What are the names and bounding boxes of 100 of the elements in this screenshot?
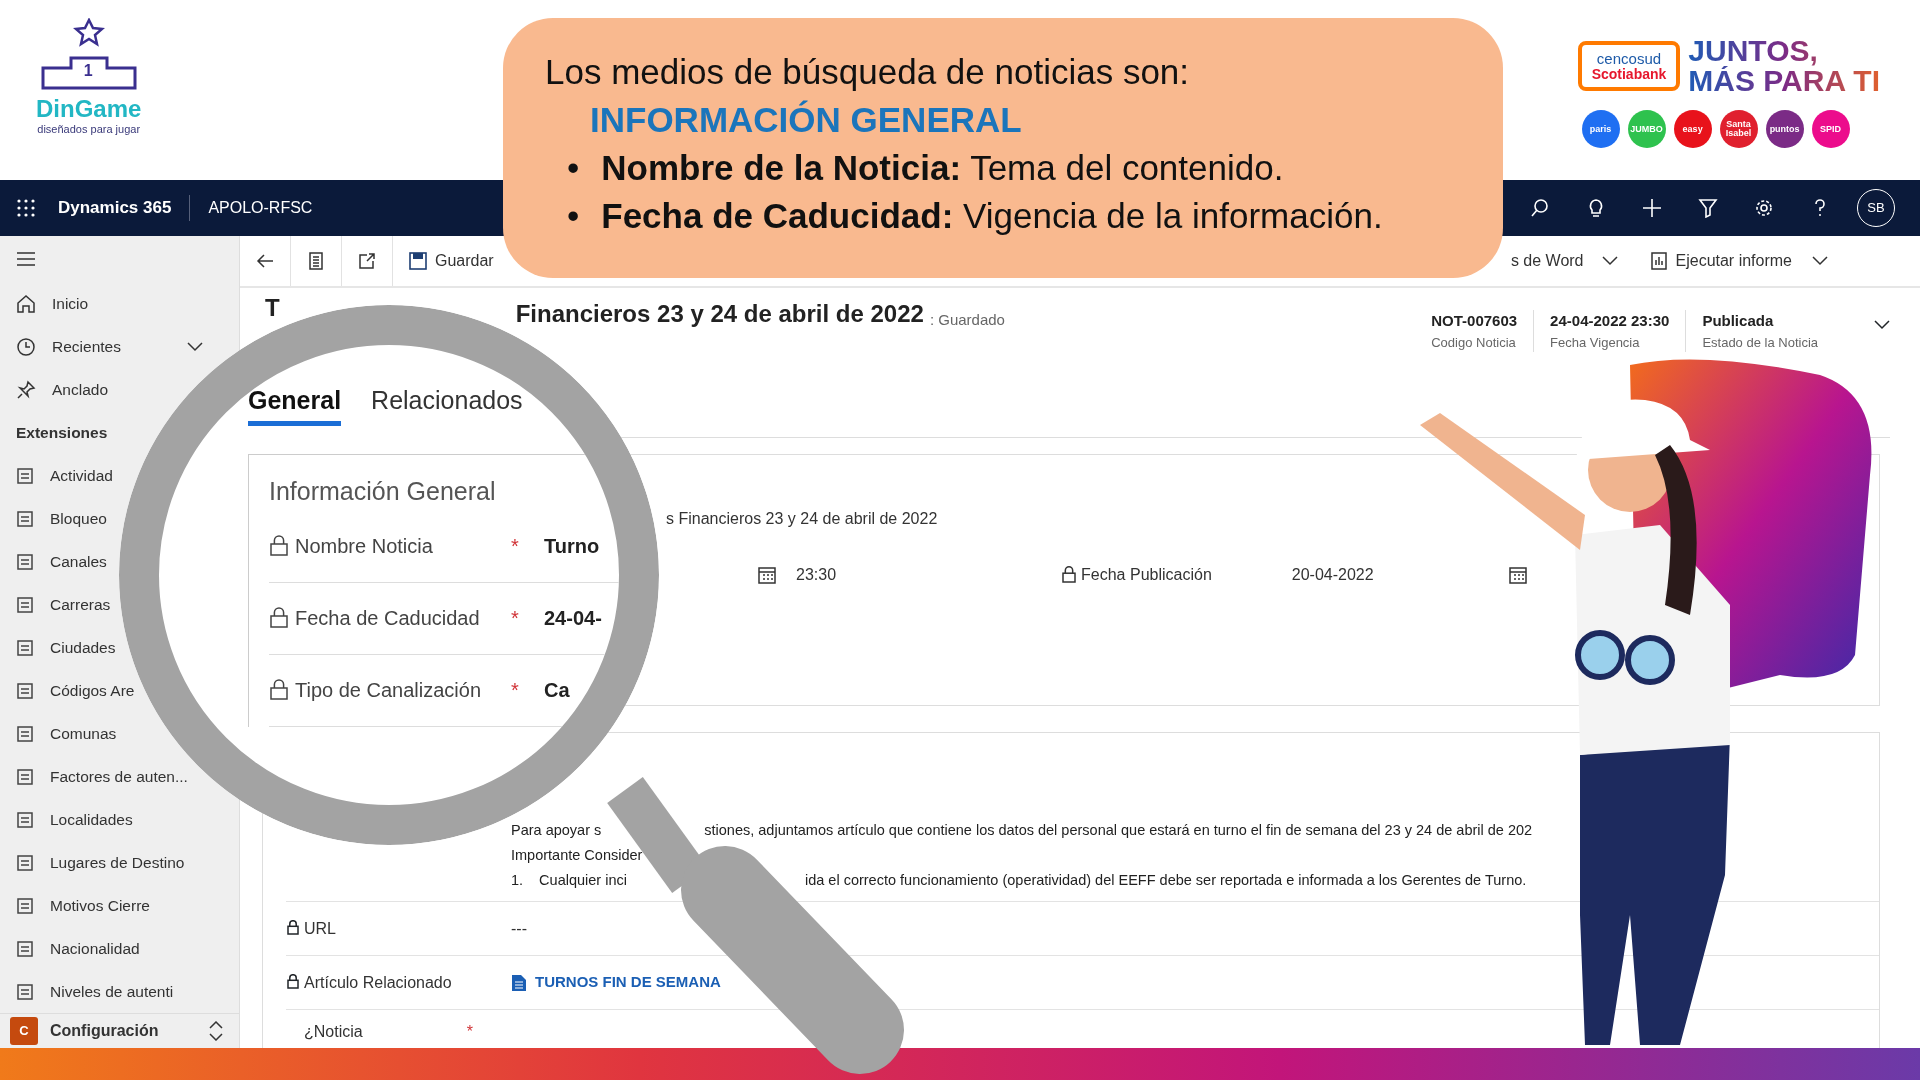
save-status: : Guardado (929, 310, 1005, 330)
callout-intro: Los medios de búsqueda de noticias son: (545, 51, 1191, 93)
field-label: ¿Noticia (304, 1021, 363, 1042)
paragraph-text: 1. (511, 871, 524, 890)
required-asterisk: * (511, 679, 519, 701)
sidebar-item[interactable]: Niveles de autenti (0, 979, 174, 1004)
home-icon (16, 293, 36, 314)
lock-icon (1061, 565, 1078, 585)
app-name[interactable]: Dynamics 365 (58, 195, 191, 221)
app-launcher-icon[interactable] (16, 198, 36, 218)
field-label: Fecha Publicación (1081, 565, 1212, 585)
calendar-icon (758, 566, 776, 584)
bullet-marker: • (567, 195, 580, 237)
sidebar-item[interactable]: Comunas (0, 721, 117, 746)
podium-star-icon (40, 18, 137, 90)
list-icon (16, 939, 34, 958)
plus-icon[interactable] (1642, 198, 1662, 218)
chevron-down-icon[interactable] (1812, 256, 1828, 266)
report-icon (1649, 252, 1668, 270)
lock-icon (286, 920, 300, 937)
field-label: Artículo Relacionado (304, 972, 452, 993)
field-value: Ca (544, 678, 570, 703)
list-icon (16, 595, 34, 614)
section-title: Información General (269, 476, 497, 507)
save-button[interactable]: Guardar (393, 236, 500, 286)
list-icon (16, 638, 34, 657)
document-icon (511, 973, 527, 992)
form-tab[interactable]: Relacionados (371, 385, 523, 426)
list-icon (16, 810, 34, 829)
brand-badge: puntos (1765, 110, 1804, 148)
chevron-down-icon[interactable] (1601, 256, 1618, 266)
header-field-value: NOT-007603 (1431, 311, 1518, 331)
filter-icon[interactable] (1698, 198, 1718, 218)
sidebar-section-title: Extensiones (16, 422, 108, 443)
chevron-down-icon[interactable] (1874, 320, 1890, 330)
header-field-label: Codigo Noticia (1431, 333, 1517, 352)
time-value: 23:30 (796, 565, 837, 585)
word-templates-button[interactable]: s de Word (1510, 236, 1634, 286)
pop-out-icon (358, 252, 376, 270)
run-report-button[interactable]: Ejecutar informe (1633, 236, 1844, 286)
related-article-link[interactable]: TURNOS FIN DE SEMANA (511, 971, 721, 994)
podium-number: 1 (83, 63, 93, 79)
logo-tagline: diseñados para jugar (37, 122, 141, 137)
sponsor-logo-text: cencosud (1596, 50, 1662, 67)
sidebar-item[interactable]: Actividad (0, 463, 113, 488)
field-label: Tipo de Canalización (295, 678, 482, 703)
list-icon (16, 509, 34, 528)
list-icon (16, 853, 34, 872)
lock-icon (286, 974, 300, 991)
record-title: T (265, 296, 280, 320)
required-asterisk: * (511, 607, 519, 629)
sidebar-item[interactable]: Inicio (0, 291, 89, 316)
sidebar-item[interactable]: Bloqueo (0, 506, 107, 531)
callout-heading: INFORMACIÓN GENERAL (589, 99, 1023, 141)
sidebar-item[interactable]: Carreras (0, 592, 111, 617)
area-switcher[interactable]: C Configuración (0, 1013, 239, 1048)
menu-icon[interactable] (16, 252, 36, 266)
header-field-label: Fecha Vigencia (1550, 333, 1641, 352)
document-icon (307, 252, 325, 270)
sidebar-item[interactable]: Anclado (0, 377, 108, 402)
callout-bullet: Nombre de la Noticia: Tema del contenido. (601, 147, 1284, 189)
field-label: Nombre Noticia (295, 534, 433, 559)
field-value: --- (511, 918, 527, 939)
sidebar-item[interactable]: Lugares de Destino (0, 850, 185, 875)
list-icon (16, 466, 34, 485)
brand-badge: SPID (1811, 110, 1850, 148)
list-icon (16, 982, 34, 1001)
form-tab[interactable]: General (248, 385, 342, 426)
logo-name: DinGame (36, 97, 142, 121)
sidebar-item[interactable]: Canales (0, 549, 107, 574)
paragraph-text: Importante Consider (511, 846, 643, 865)
chevron-down-icon[interactable] (186, 341, 203, 352)
field-value: Turno (544, 534, 600, 559)
lock-icon (269, 678, 289, 702)
field-label: Fecha de Caducidad (295, 606, 480, 631)
sidebar-item[interactable]: Motivos Cierre (0, 893, 150, 918)
paragraph-text: Cualquier inci (539, 871, 627, 890)
environment-name[interactable]: APOLO-RFSC (208, 196, 313, 220)
search-icon[interactable] (1530, 198, 1550, 218)
settings-icon[interactable] (1754, 198, 1774, 218)
calendar-icon (1508, 566, 1527, 584)
up-down-chevron-icon (209, 1021, 223, 1041)
paragraph-text: stiones, adjuntamos artículo que contiene los datos del personal que estará en turno el fin de semana del 23 y 24 de abril de 202 (704, 821, 1533, 840)
lock-icon (269, 606, 289, 630)
list-icon (16, 767, 34, 786)
date-value: 20-04-2022 (1291, 565, 1374, 585)
paragraph-text: ida el correcto funcionamiento (operatividad) del EEFF debe ser reportada e informada a los Gerentes de Turno. (804, 871, 1527, 890)
sidebar-item[interactable]: Ciudades (0, 635, 116, 660)
header-field-label: Estado de la Noticia (1702, 333, 1818, 352)
save-icon (409, 252, 427, 270)
sponsor-logo-text: Scotiabank (1591, 66, 1667, 82)
record-title: Financieros 23 y 24 de abril de 2022 (515, 302, 924, 326)
paragraph-text: Para apoyar s (511, 821, 602, 840)
sidebar-item[interactable]: Nacionalidad (0, 936, 140, 961)
clock-icon (16, 336, 36, 357)
brand-badge: JUMBO (1627, 110, 1666, 148)
callout-bullet: Fecha de Caducidad: Vigencia de la información. (601, 195, 1383, 237)
list-icon (16, 724, 34, 743)
header-field-value: 24-04-2022 23:30 (1550, 311, 1670, 331)
pin-icon (16, 379, 36, 400)
